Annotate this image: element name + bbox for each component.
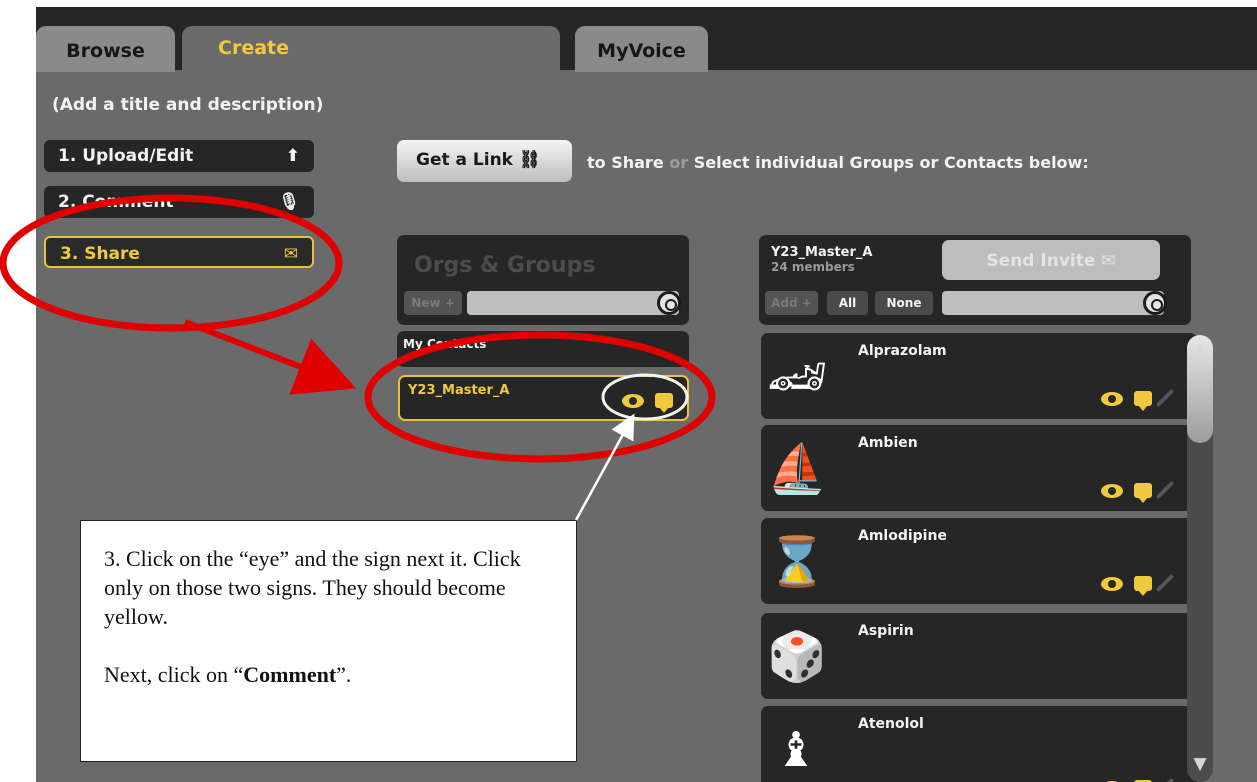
comment-bubble-icon[interactable] (1134, 483, 1152, 503)
my-contacts-label: My Contacts (403, 337, 487, 351)
step-comment[interactable]: 2. Comment 🎙 (44, 186, 314, 218)
send-invite-button[interactable]: Send Invite ✉ (942, 240, 1160, 280)
to-share-text: to Share (587, 153, 664, 172)
contact-card[interactable]: ⛵ Ambien (761, 425, 1197, 511)
contact-name: Alprazolam (858, 343, 947, 359)
callout-next-step: Next, click on “Comment”. (104, 662, 352, 687)
orgs-groups-title: Orgs & Groups (414, 253, 596, 278)
contact-card[interactable]: ♝ Atenolol (761, 706, 1197, 782)
step-share-label: 3. Share (60, 244, 140, 264)
contact-name: Atenolol (858, 716, 924, 732)
contact-icons (1101, 777, 1181, 782)
new-group-button[interactable]: New + (404, 291, 462, 315)
get-link-label: Get a Link (416, 150, 513, 170)
tab-browse[interactable]: Browse (36, 26, 175, 72)
search-icon[interactable] (1143, 291, 1167, 315)
eye-icon[interactable] (1101, 577, 1123, 591)
car-icon: 🏎 (767, 349, 828, 405)
contact-name: Ambien (858, 435, 918, 451)
members-group-name: Y23_Master_A (771, 245, 873, 260)
pencil-icon[interactable] (1155, 777, 1175, 782)
upload-icon: ⬆ (285, 146, 300, 166)
comment-bubble-icon[interactable] (1134, 576, 1152, 596)
scroll-thumb[interactable]: ▲ (1187, 335, 1213, 443)
pencil-icon[interactable] (1155, 573, 1175, 593)
member-count: 24 members (771, 260, 855, 274)
eye-icon[interactable] (1101, 484, 1123, 498)
group-search-input[interactable] (467, 291, 679, 315)
get-link-button[interactable]: Get a Link ⛓ (397, 140, 572, 182)
scroll-down-icon[interactable]: ▼ (1187, 754, 1213, 774)
contact-icons (1101, 573, 1181, 596)
my-contacts-section[interactable]: My Contacts (397, 331, 689, 367)
step-upload-edit-label: 1. Upload/Edit (58, 146, 194, 166)
envelope-icon: ✉ (283, 244, 298, 264)
group-item-icons (622, 391, 676, 413)
contact-card[interactable]: 🏎 Alprazolam (761, 333, 1197, 419)
contact-icons (1101, 480, 1181, 503)
share-instructions: to Share or Select individual Groups or … (587, 153, 1089, 172)
pencil-icon[interactable] (1155, 388, 1175, 408)
callout-comment-emphasis: Comment (243, 662, 337, 687)
contact-name: Amlodipine (858, 528, 947, 544)
select-none-button[interactable]: None (875, 291, 933, 315)
contact-card[interactable]: ⌛ Amlodipine (761, 518, 1197, 604)
dice-icon: 🎲 (767, 629, 827, 685)
contact-icons (1101, 388, 1181, 411)
select-all-button[interactable]: All (827, 291, 868, 315)
eye-icon[interactable] (1101, 392, 1123, 406)
link-icon: ⛓ (518, 150, 541, 170)
tab-myvoice[interactable]: MyVoice (575, 26, 708, 72)
step-share[interactable]: 3. Share ✉ (44, 236, 314, 268)
boat-icon: ⛵ (767, 441, 827, 497)
contacts-scrollbar[interactable]: ▲ ▼ (1187, 335, 1213, 782)
eye-icon[interactable] (622, 394, 644, 408)
add-member-button[interactable]: Add + (765, 291, 818, 315)
member-search-input[interactable] (942, 291, 1164, 315)
instruction-callout: 3. Click on the “eye” and the sign next … (80, 520, 577, 762)
search-icon[interactable] (657, 291, 681, 315)
comment-bubble-icon[interactable] (655, 393, 673, 413)
contact-name: Aspirin (858, 623, 914, 639)
send-invite-label: Send Invite (986, 251, 1096, 271)
step-comment-label: 2. Comment (58, 192, 174, 212)
select-groups-text: Select individual Groups or Contacts bel… (693, 153, 1089, 172)
title-description-hint[interactable]: (Add a title and description) (52, 95, 323, 115)
chess-bishop-icon: ♝ (774, 722, 818, 778)
step-upload-edit[interactable]: 1. Upload/Edit ⬆ (44, 140, 314, 172)
hourglass-icon: ⌛ (767, 534, 827, 590)
envelope-icon: ✉ (1101, 251, 1116, 271)
microphone-icon: 🎙 (278, 192, 300, 212)
pencil-icon[interactable] (1155, 480, 1175, 500)
comment-bubble-icon[interactable] (1134, 391, 1152, 411)
group-item-y23-master-a[interactable]: Y23_Master_A (398, 375, 689, 421)
callout-text: 3. Click on the “eye” and the sign next … (104, 546, 521, 629)
tab-create[interactable]: Create (182, 26, 560, 72)
group-name: Y23_Master_A (408, 383, 510, 398)
scroll-up-icon[interactable]: ▲ (1187, 341, 1213, 361)
or-text: or (669, 153, 689, 172)
contact-card[interactable]: 🎲 Aspirin (761, 613, 1197, 699)
